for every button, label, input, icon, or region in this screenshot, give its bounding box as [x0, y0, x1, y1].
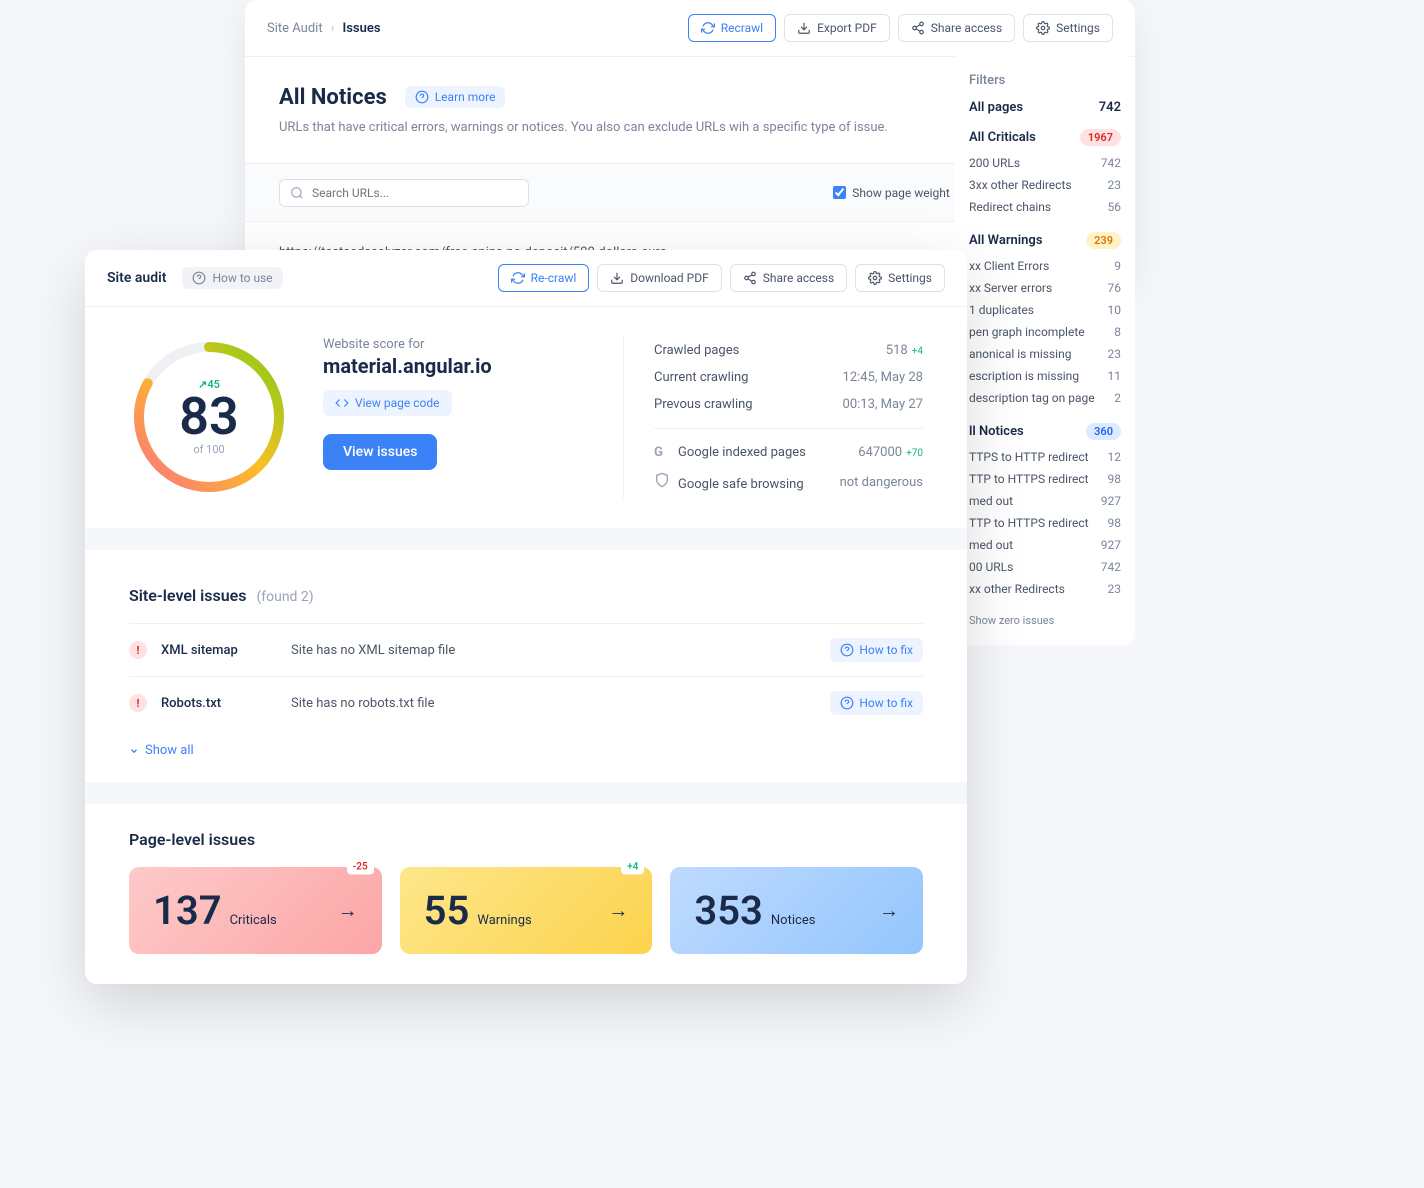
search-input[interactable] [312, 186, 518, 200]
learn-more-link[interactable]: Learn more [405, 86, 506, 108]
filter-head-notices[interactable]: ll Notices360 [969, 423, 1121, 440]
stat-row: Prevous crawling00:13, May 27 [654, 391, 923, 418]
how-to-fix-button[interactable]: How to fix [830, 691, 923, 715]
filter-item[interactable]: Redirect chains56 [969, 196, 1121, 218]
filter-item[interactable]: TTPS to HTTP redirect12 [969, 446, 1121, 468]
error-icon: ! [129, 641, 147, 659]
filter-head-warnings[interactable]: All Warnings239 [969, 232, 1121, 249]
panel-title: Site audit [107, 270, 166, 286]
site-issues-count: (found 2) [256, 589, 313, 605]
filter-item[interactable]: 200 URLs742 [969, 152, 1121, 174]
issue-row: !Robots.txtSite has no robots.txt fileHo… [129, 676, 923, 729]
page-title: All Notices [279, 85, 387, 110]
show-all-link[interactable]: Show all [129, 729, 923, 772]
site-issues-title: Site-level issues [129, 586, 246, 605]
filter-item[interactable]: description tag on page2 [969, 387, 1121, 409]
issue-tile[interactable]: 353Notices→ [670, 867, 923, 954]
score-value: 83 [179, 391, 238, 443]
download-pdf-button[interactable]: Download PDF [597, 264, 721, 292]
view-issues-button[interactable]: View issues [323, 434, 437, 470]
issue-row: !XML sitemapSite has no XML sitemap file… [129, 623, 923, 676]
breadcrumb-root[interactable]: Site Audit [267, 21, 323, 36]
filter-item[interactable]: 00 URLs742 [969, 556, 1121, 578]
site-audit-panel: Site audit How to use Re-crawl Download … [85, 250, 967, 984]
show-zero-issues-link[interactable]: Show zero issues [969, 614, 1121, 627]
google-icon: G [654, 445, 670, 460]
stat-row: Google safe browsingnot dangerous [654, 466, 923, 498]
page-issues-title: Page-level issues [129, 830, 923, 849]
stat-row: Current crawling12:45, May 28 [654, 364, 923, 391]
stat-row: GGoogle indexed pages647000+70 [654, 439, 923, 466]
caret-down-icon [129, 746, 139, 756]
settings-button[interactable]: Settings [855, 264, 945, 292]
filter-item[interactable]: pen graph incomplete8 [969, 321, 1121, 343]
filter-head-criticals[interactable]: All Criticals1967 [969, 129, 1121, 146]
share-access-button[interactable]: Share access [730, 264, 847, 292]
filter-item[interactable]: med out927 [969, 534, 1121, 556]
settings-button[interactable]: Settings [1023, 14, 1113, 42]
arrow-right-icon: → [338, 898, 358, 923]
recrawl-button[interactable]: Recrawl [688, 14, 776, 42]
filter-item[interactable]: 3xx other Redirects23 [969, 174, 1121, 196]
shield-icon [654, 472, 670, 492]
filter-all-pages[interactable]: All pages742 [969, 100, 1121, 115]
filter-item[interactable]: anonical is missing23 [969, 343, 1121, 365]
chevron-right-icon: › [331, 21, 335, 36]
filter-item[interactable]: xx Client Errors9 [969, 255, 1121, 277]
search-input-wrapper[interactable] [279, 179, 529, 207]
arrow-right-icon: → [879, 898, 899, 923]
score-gauge: ↗45 83 of 100 [129, 337, 289, 497]
export-pdf-button[interactable]: Export PDF [784, 14, 890, 42]
show-page-weight-checkbox[interactable]: Show page weight [833, 186, 950, 200]
filter-item[interactable]: TTP to HTTPS redirect98 [969, 468, 1121, 490]
filter-item[interactable]: escription is missing11 [969, 365, 1121, 387]
how-to-use-link[interactable]: How to use [182, 267, 282, 289]
filter-item[interactable]: xx other Redirects23 [969, 578, 1121, 600]
breadcrumb: Site Audit › Issues [267, 21, 381, 36]
search-icon [290, 186, 304, 200]
score-of: of 100 [193, 443, 224, 456]
issue-tile[interactable]: -25137Criticals→ [129, 867, 382, 954]
view-page-code-button[interactable]: View page code [323, 390, 452, 416]
how-to-fix-button[interactable]: How to fix [830, 638, 923, 662]
recrawl-button[interactable]: Re-crawl [498, 264, 590, 292]
arrow-right-icon: → [608, 898, 628, 923]
site-domain: material.angular.io [323, 354, 589, 378]
error-icon: ! [129, 694, 147, 712]
breadcrumb-current: Issues [342, 21, 380, 36]
filter-item[interactable]: xx Server errors76 [969, 277, 1121, 299]
filters-sidebar: Filters All pages742 All Criticals1967 2… [955, 55, 1135, 645]
filter-item[interactable]: TTP to HTTPS redirect98 [969, 512, 1121, 534]
filter-item[interactable]: 1 duplicates10 [969, 299, 1121, 321]
site-label: Website score for [323, 337, 589, 352]
issues-topbar: Site Audit › Issues Recrawl Export PDF S… [245, 0, 1135, 57]
stat-row: Crawled pages518+4 [654, 337, 923, 364]
filter-item[interactable]: med out927 [969, 490, 1121, 512]
issue-tile[interactable]: +455Warnings→ [400, 867, 653, 954]
share-access-button[interactable]: Share access [898, 14, 1015, 42]
stats-panel: Crawled pages518+4Current crawling12:45,… [623, 337, 923, 498]
filters-title: Filters [969, 73, 1121, 88]
